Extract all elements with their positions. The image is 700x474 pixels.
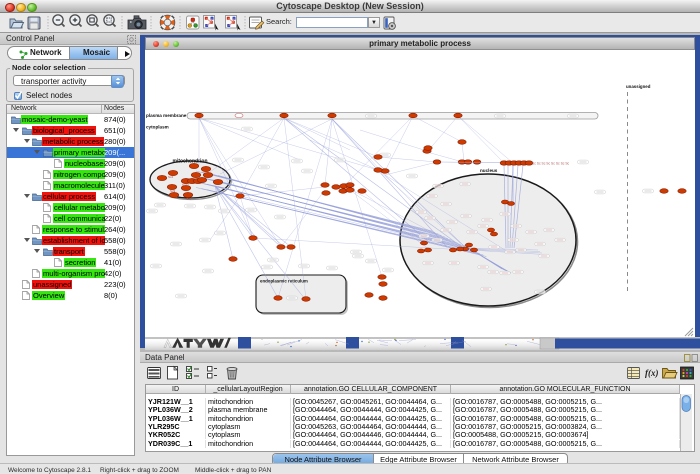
svg-text:Sc4: Sc4 — [168, 175, 174, 179]
svg-text:unassigned: unassigned — [626, 84, 651, 89]
svg-text:mitochondrion: mitochondrion — [173, 159, 208, 165]
svg-text:Sc12: Sc12 — [182, 183, 189, 187]
svg-text:nucleus: nucleus — [480, 168, 498, 173]
svg-text:Sc2: Sc2 — [186, 197, 192, 201]
svg-text:plasma membrane: plasma membrane — [146, 113, 187, 118]
svg-text:Sc Sc Sc Sc Sc Sc Sc Sc: Sc Sc Sc Sc Sc Sc Sc Sc — [532, 162, 570, 166]
svg-text:f(x): f(x) — [645, 368, 659, 378]
svg-text:cytoplasm: cytoplasm — [146, 125, 169, 130]
svg-text:Sc9: Sc9 — [170, 189, 176, 193]
